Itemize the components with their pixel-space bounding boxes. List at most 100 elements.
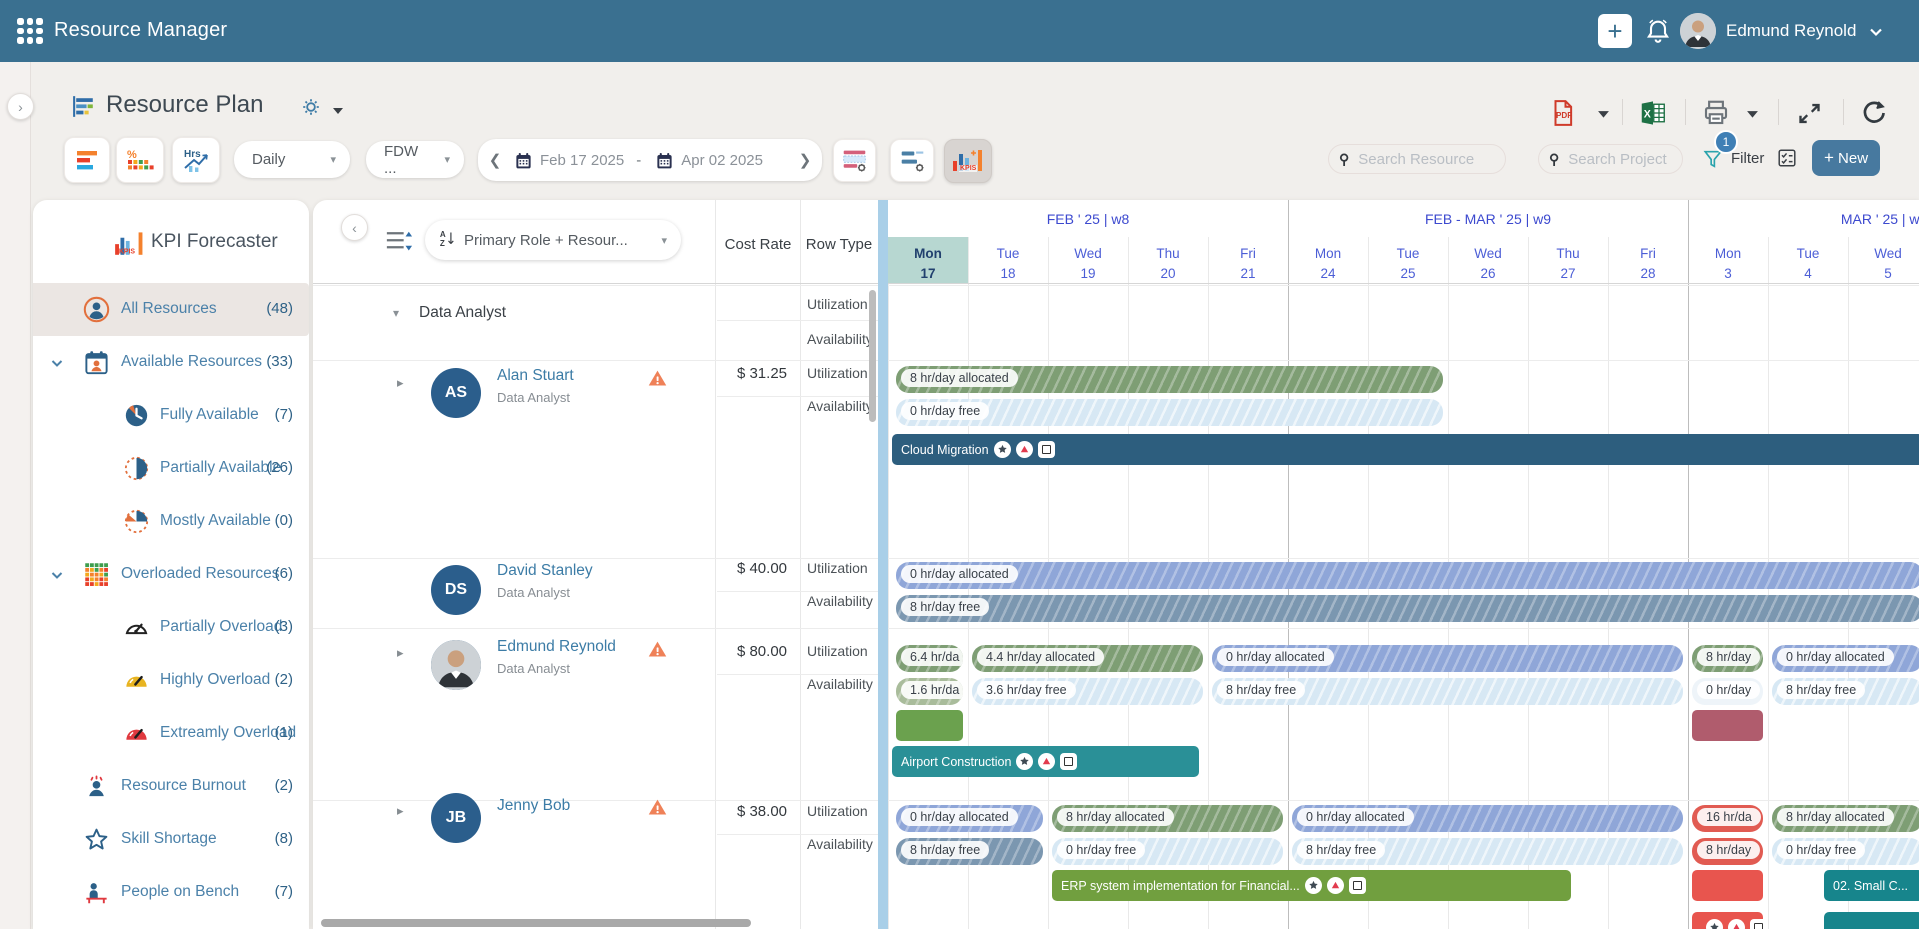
collapse-left-panel-button[interactable]: ‹	[341, 214, 368, 241]
warning-icon[interactable]	[647, 797, 668, 818]
date-next-button[interactable]: ❯	[788, 151, 822, 169]
availability-bar[interactable]: 1.6 hr/da	[896, 678, 963, 705]
project-bar[interactable]	[1692, 710, 1763, 741]
user-menu-caret[interactable]	[1868, 24, 1884, 40]
kpi-forecaster-toggle-button[interactable]: KPIS	[944, 139, 992, 183]
sidebar-item-highly-overload[interactable]: Highly Overload (2)	[33, 654, 309, 707]
view-gantt-button[interactable]	[64, 137, 110, 183]
star-icon[interactable]	[1706, 919, 1723, 929]
availability-bar[interactable]: 8 hr/day free	[1772, 678, 1919, 705]
allocation-bar[interactable]: 0 hr/day allocated	[1212, 645, 1683, 672]
allocation-bar[interactable]: 0 hr/day allocated	[1772, 645, 1919, 672]
task-square-icon[interactable]	[1750, 919, 1763, 929]
task-square-icon[interactable]	[1037, 441, 1055, 458]
export-excel-icon[interactable]: X	[1638, 98, 1668, 128]
app-grid-icon[interactable]	[16, 17, 44, 45]
date-from-value[interactable]: Feb 17 2025	[540, 152, 624, 169]
calendar-icon[interactable]	[655, 151, 674, 170]
availability-bar[interactable]: 8 hr/day free	[1292, 838, 1683, 865]
plan-settings-gear-icon[interactable]	[300, 96, 322, 118]
print-icon[interactable]	[1701, 98, 1731, 128]
group-sort-select[interactable]: A Z Primary Role + Resour... ▾	[425, 220, 681, 260]
availability-bar[interactable]: 8 hr/day free	[896, 838, 1043, 865]
chevron-down-icon[interactable]	[49, 355, 65, 371]
alert-triangle-icon[interactable]	[1728, 919, 1745, 929]
search-project-input[interactable]	[1566, 149, 1672, 169]
plan-menu-caret[interactable]	[332, 103, 344, 114]
resource-view-settings-button[interactable]	[833, 139, 876, 182]
sidebar-item-partially-available[interactable]: Partially Available (26)	[33, 442, 309, 495]
resource-name[interactable]: Jenny Bob	[497, 797, 570, 815]
export-pdf-icon[interactable]: PDF	[1548, 98, 1578, 128]
allocation-bar[interactable]: 0 hr/day allocated	[896, 805, 1043, 832]
calendar-icon[interactable]	[514, 151, 533, 170]
sidebar-item-skill-shortage[interactable]: Skill Shortage (8)	[33, 813, 309, 866]
search-resource-input[interactable]	[1356, 149, 1495, 169]
star-icon[interactable]	[1016, 753, 1034, 770]
row-expander-caret[interactable]: ▸	[397, 803, 404, 819]
row-expander-caret[interactable]: ▸	[397, 375, 404, 391]
warning-icon[interactable]	[647, 368, 668, 389]
allocation-bar[interactable]: 0 hr/day allocated	[896, 562, 1919, 589]
user-avatar[interactable]	[1680, 13, 1716, 49]
pdf-options-caret[interactable]	[1597, 107, 1610, 118]
project-bar-airport-construction[interactable]: Airport Construction	[892, 746, 1199, 777]
project-bar[interactable]	[896, 710, 963, 741]
print-options-caret[interactable]	[1746, 107, 1759, 118]
calendar-granularity-select[interactable]: Daily ▾	[234, 141, 350, 178]
sidebar-item-fully-available[interactable]: Fully Available (7)	[33, 389, 309, 442]
plan-profile-select[interactable]: FDW ... ▾	[366, 141, 464, 178]
resource-name[interactable]: Edmund Reynold	[497, 638, 616, 656]
availability-bar[interactable]: 8 hr/day free	[1212, 678, 1683, 705]
vertical-scrollbar[interactable]	[869, 290, 876, 422]
availability-bar[interactable]: 0 hr/day free	[896, 399, 1443, 426]
alert-triangle-icon[interactable]	[1038, 753, 1056, 770]
project-bar-erp-system-implementation-for-financial[interactable]: ERP system implementation for Financial.…	[1052, 870, 1571, 901]
date-prev-button[interactable]: ❮	[478, 151, 512, 169]
refresh-icon[interactable]	[1860, 99, 1888, 127]
sidebar-item-people-on-bench[interactable]: People on Bench (7)	[33, 866, 309, 919]
alert-triangle-icon[interactable]	[1015, 441, 1033, 458]
user-name[interactable]: Edmund Reynold	[1726, 21, 1856, 41]
quick-add-button[interactable]: +	[1598, 14, 1632, 48]
star-icon[interactable]	[993, 441, 1011, 458]
sidebar-item-available-resources[interactable]: Available Resources (33)	[33, 336, 309, 389]
project-bar[interactable]	[1692, 870, 1763, 901]
date-to-value[interactable]: Apr 02 2025	[681, 152, 763, 169]
availability-bar[interactable]: 8 hr/day	[1692, 838, 1763, 865]
fullscreen-icon[interactable]	[1796, 100, 1823, 127]
task-square-icon[interactable]	[1060, 753, 1078, 770]
sidebar-item-extreamly-overload[interactable]: Extreamly Overload (1)	[33, 707, 309, 760]
resource-name[interactable]: Alan Stuart	[497, 367, 574, 385]
allocation-bar[interactable]: 4.4 hr/day allocated	[972, 645, 1203, 672]
project-bar[interactable]	[1692, 912, 1763, 929]
star-icon[interactable]	[1304, 877, 1322, 894]
project-bar-02-small-c[interactable]: 02. Small C...	[1824, 870, 1919, 901]
sidebar-item-mostly-available[interactable]: Mostly Available (0)	[33, 495, 309, 548]
availability-bar[interactable]: 3.6 hr/day free	[972, 678, 1203, 705]
filter-label[interactable]: Filter	[1731, 150, 1764, 167]
warning-icon[interactable]	[647, 639, 668, 660]
allocation-bar[interactable]: 8 hr/day allocated	[1772, 805, 1919, 832]
task-square-icon[interactable]	[1348, 877, 1366, 894]
row-expander-caret[interactable]: ▸	[397, 645, 404, 661]
expand-panel-button[interactable]: ›	[7, 93, 34, 120]
sidebar-item-overloaded-resources[interactable]: Overloaded Resources (6)	[33, 548, 309, 601]
availability-bar[interactable]: 8 hr/day free	[896, 595, 1919, 622]
horizontal-scrollbar[interactable]	[321, 919, 751, 927]
allocation-bar[interactable]: 6.4 hr/da	[896, 645, 963, 672]
new-button[interactable]: + New	[1812, 140, 1880, 176]
availability-bar[interactable]: 0 hr/day free	[1052, 838, 1283, 865]
chevron-down-icon[interactable]	[49, 567, 65, 583]
allocation-bar[interactable]: 16 hr/da	[1692, 805, 1763, 832]
availability-bar[interactable]: 0 hr/day	[1692, 678, 1763, 705]
project-view-settings-button[interactable]	[890, 139, 934, 182]
allocation-bar[interactable]: 0 hr/day allocated	[1292, 805, 1683, 832]
alert-triangle-icon[interactable]	[1326, 877, 1344, 894]
notifications-icon[interactable]	[1644, 17, 1672, 45]
row-menu-icon[interactable]	[385, 229, 413, 253]
resource-name[interactable]: David Stanley	[497, 562, 593, 580]
saved-filters-icon[interactable]	[1776, 147, 1798, 169]
allocation-bar[interactable]: 8 hr/day	[1692, 645, 1763, 672]
availability-bar[interactable]: 0 hr/day free	[1772, 838, 1919, 865]
